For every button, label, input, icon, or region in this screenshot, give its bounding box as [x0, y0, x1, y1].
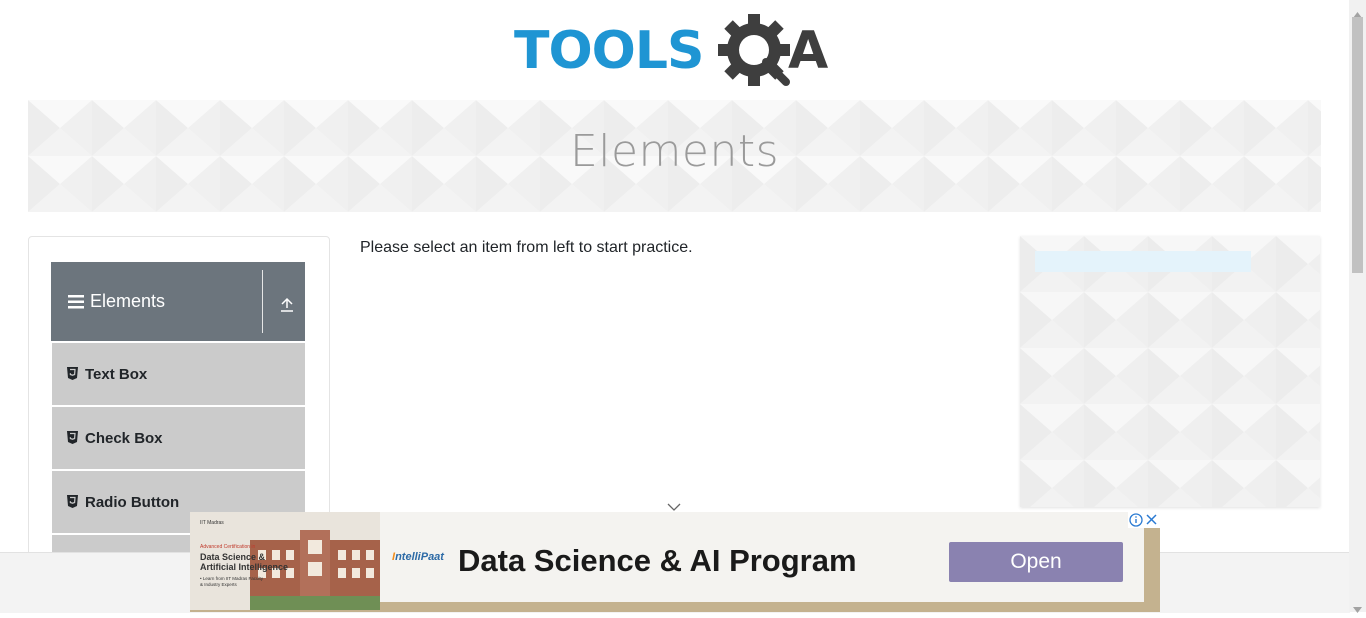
ad-thumb-line: Advanced Certification in — [200, 544, 256, 550]
ad-thumb-line: & Industry Experts — [200, 582, 237, 587]
html5-icon — [67, 431, 78, 449]
sidebar-item-label: Radio Button — [85, 494, 180, 511]
scroll-down-arrow-icon[interactable] — [1353, 600, 1362, 618]
page-title: Elements — [569, 126, 780, 177]
bottom-ad-banner[interactable]: IIT Madras Advanced Certification in Dat… — [190, 512, 1160, 612]
ad-pattern — [1020, 236, 1320, 507]
page-scrollbar[interactable] — [1349, 0, 1366, 613]
collapse-up-icon[interactable] — [279, 296, 295, 317]
ad-thumb-line: Artificial Intelligence — [200, 562, 289, 572]
ad-placeholder-bar — [1035, 251, 1251, 272]
group-header-elements[interactable]: Elements — [51, 262, 305, 341]
svg-text:TOOLS: TOOLS — [514, 21, 703, 81]
html5-icon — [67, 367, 78, 385]
intellipaat-logo: IntelliPaat — [392, 551, 444, 563]
adchoices-icon[interactable] — [1128, 512, 1160, 533]
toolsqa-logo[interactable]: TOOLS A — [514, 14, 838, 92]
ad-thumb-line: • Learn from IIT Madras Faculty — [200, 576, 264, 581]
ad-thumbnail: IIT Madras Advanced Certification in Dat… — [190, 512, 380, 610]
right-ad-container[interactable] — [1020, 236, 1320, 507]
group-header-title: Elements — [90, 291, 166, 311]
ad-headline: Data Science & AI Program — [458, 543, 857, 578]
sidebar-item-label: Check Box — [85, 430, 163, 447]
svg-text:A: A — [788, 21, 828, 81]
page-banner: Elements — [28, 100, 1321, 212]
header-divider — [262, 270, 263, 333]
sidebar-item-text-box[interactable]: Text Box — [52, 343, 305, 405]
ad-thumb-line: Data Science & — [200, 552, 266, 562]
html5-icon — [67, 495, 78, 513]
hamburger-icon — [68, 295, 85, 314]
ad-thumb-line: IIT Madras — [200, 520, 224, 526]
ad-open-button[interactable]: Open — [949, 542, 1123, 582]
instruction-text: Please select an item from left to start… — [360, 239, 693, 256]
scrollbar-thumb[interactable] — [1352, 17, 1363, 273]
sidebar-item-check-box[interactable]: Check Box — [52, 407, 305, 469]
sidebar-item-label: Text Box — [85, 366, 148, 383]
